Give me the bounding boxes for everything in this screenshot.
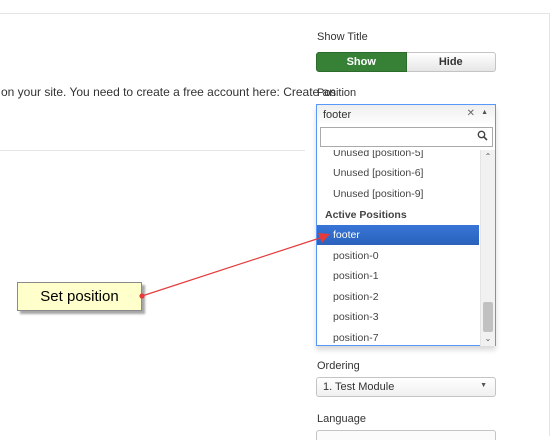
annotation-callout: Set position [17,282,142,311]
hide-option-button[interactable]: Hide [406,52,496,72]
chevron-down-icon: ▼ [480,382,487,389]
show-title-label: Show Title [317,31,368,43]
top-border [0,13,550,14]
results-scrollbar[interactable]: ⌃ ⌄ [480,150,495,346]
ordering-value: 1. Test Module [323,381,395,393]
scrollbar-thumb[interactable] [483,302,493,332]
position-option[interactable]: position-7 [317,328,479,346]
content-divider [0,150,305,151]
position-dropdown[interactable]: footer ✕ ▲ Unused [position-5] Unused [p… [316,104,496,346]
show-option-button[interactable]: Show [316,52,407,72]
position-option[interactable]: position-1 [317,266,479,286]
search-icon [477,130,488,144]
close-icon[interactable]: ✕ [467,108,475,119]
position-search-input[interactable] [320,127,493,147]
position-option-highlighted[interactable]: footer [317,225,479,245]
position-results-list: Unused [position-5] Unused [position-6] … [317,150,495,346]
chevron-up-icon[interactable]: ▲ [481,109,488,116]
ordering-label: Ordering [317,360,360,372]
language-select[interactable] [316,430,496,440]
position-option[interactable]: Unused [position-9] [317,184,479,204]
position-option[interactable]: position-3 [317,307,479,327]
position-group-label: Active Positions [325,209,407,221]
position-option[interactable]: Unused [position-5] [317,150,479,163]
position-selected-value[interactable]: footer ✕ ▲ [317,105,495,125]
chevron-up-icon[interactable]: ⌃ [481,152,495,161]
ordering-select[interactable]: 1. Test Module ▼ [316,377,496,397]
show-title-toggle[interactable]: Show Hide [316,52,496,72]
module-description: on your site. You need to create a free … [1,85,336,99]
position-option[interactable]: position-2 [317,287,479,307]
chevron-down-icon[interactable]: ⌄ [481,334,495,343]
position-option[interactable]: Unused [position-6] [317,163,479,183]
language-label: Language [317,413,366,425]
position-label: Position [317,87,357,99]
position-selected-text: footer [323,109,352,121]
position-option[interactable]: position-0 [317,246,479,266]
